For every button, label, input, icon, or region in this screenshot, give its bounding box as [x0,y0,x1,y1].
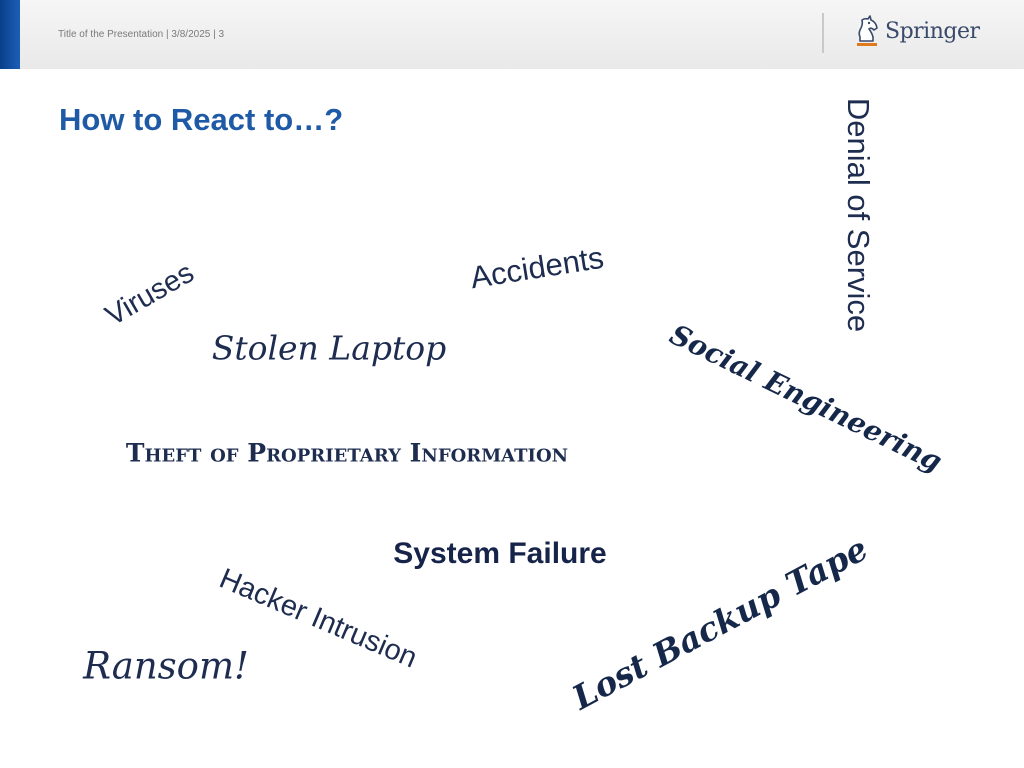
springer-logo-text: Springer [885,19,980,44]
word-system-failure: System Failure [393,537,607,570]
word-theft-of-proprietary-information: Theft of Proprietary Information [125,438,569,468]
word-denial-of-service: Denial of Service [841,97,876,333]
word-accidents: Accidents [467,239,607,296]
word-ransom: Ransom! [83,644,249,688]
slide: Title of the Presentation | 3/8/2025 | 3… [0,0,1024,768]
slide-header: Title of the Presentation | 3/8/2025 | 3… [0,0,1024,69]
springer-logo: Springer [852,13,982,53]
accent-block [0,0,20,69]
word-lost-backup-tape: Lost Backup Tape [565,528,875,718]
slide-footer-info: Title of the Presentation | 3/8/2025 | 3 [58,29,225,40]
slide-title: How to React to…? [59,102,344,137]
word-stolen-laptop: Stolen Laptop [211,328,447,368]
springer-horse-icon [857,15,878,46]
header-divider [822,13,824,53]
word-social-engineering: Social Engineering [664,317,948,479]
word-viruses: Viruses [100,256,200,333]
